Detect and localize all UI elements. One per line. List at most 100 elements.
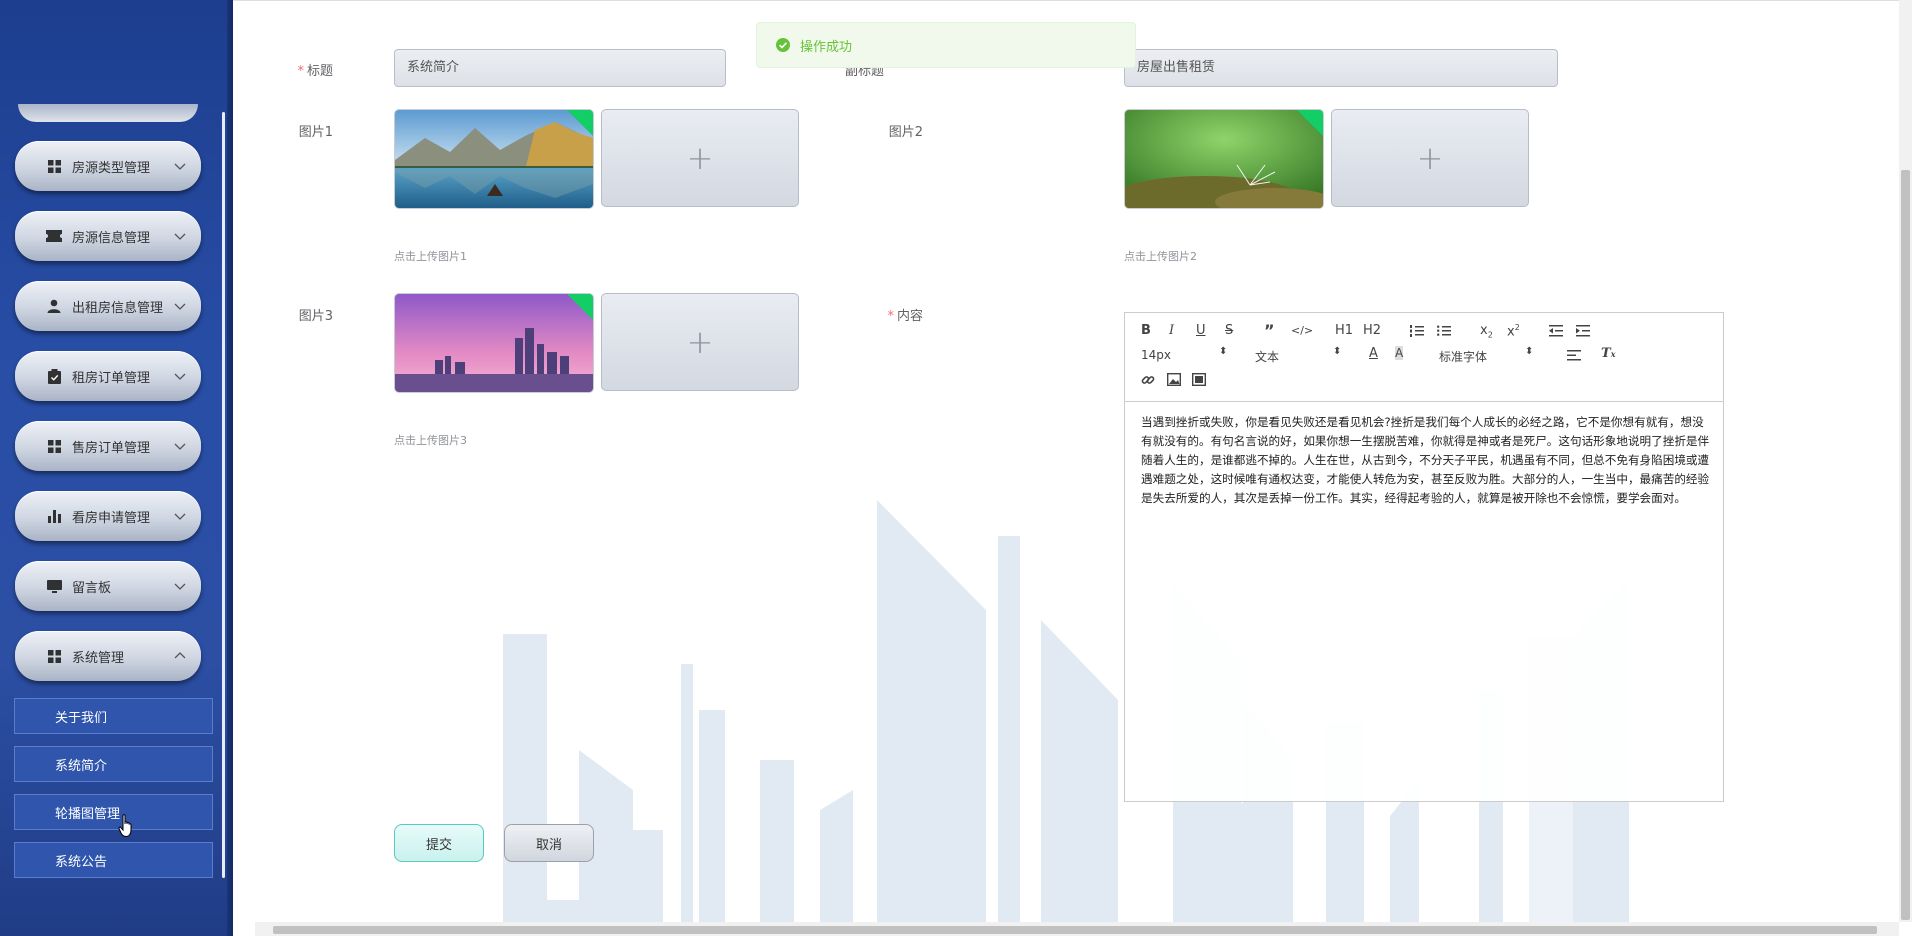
picture2-label: 图片2 <box>888 125 923 140</box>
chevron-down-icon <box>174 163 186 170</box>
picture1-upload-button[interactable]: + <box>601 109 799 207</box>
toast-message: 操作成功 <box>800 39 853 55</box>
bar-chart-icon <box>46 508 62 524</box>
success-corner-badge <box>567 294 593 320</box>
picture3-upload-button[interactable]: + <box>601 293 799 391</box>
submenu-about-us[interactable]: 关于我们 <box>14 698 213 734</box>
blockquote-icon[interactable]: ” <box>1264 321 1275 340</box>
picture3-tip: 点击上传图片3 <box>394 434 467 447</box>
chevron-down-icon <box>174 513 186 520</box>
success-corner-badge <box>567 110 593 136</box>
menu-label: 留言板 <box>72 580 112 596</box>
heading2-icon[interactable]: H2 <box>1363 323 1381 338</box>
menu-item-house-type[interactable]: 房源类型管理 <box>15 141 201 191</box>
link-icon[interactable] <box>1141 373 1155 387</box>
top-border <box>233 0 1912 1</box>
font-color-icon[interactable]: A <box>1369 346 1378 361</box>
chevron-up-icon <box>174 652 186 659</box>
picture1-tip: 点击上传图片1 <box>394 250 467 263</box>
select-arrows-icon: ⬍ <box>1525 346 1534 357</box>
menu-item-collapsed-top[interactable] <box>18 104 198 122</box>
bold-icon[interactable]: B <box>1141 323 1151 338</box>
menu-item-rental-info[interactable]: 出租房信息管理 <box>15 281 201 331</box>
vertical-scrollbar-thumb[interactable] <box>1901 170 1910 920</box>
picture3-thumbnail[interactable] <box>394 293 594 393</box>
font-size-select[interactable]: 14px <box>1141 348 1171 362</box>
superscript-icon[interactable]: x2 <box>1507 323 1520 339</box>
chevron-down-icon <box>174 303 186 310</box>
plus-icon: + <box>686 139 714 177</box>
select-arrows-icon: ⬍ <box>1333 346 1342 357</box>
background-color-icon[interactable]: A <box>1395 346 1404 360</box>
picture2-upload-button[interactable]: + <box>1331 109 1529 207</box>
picture2-thumbnail[interactable] <box>1124 109 1324 209</box>
code-block-icon[interactable]: </> <box>1291 324 1313 337</box>
title-label: * 标题 <box>297 64 333 79</box>
image-icon[interactable] <box>1167 373 1181 386</box>
ordered-list-icon[interactable] <box>1410 325 1424 337</box>
underline-icon[interactable]: U <box>1196 323 1206 338</box>
rich-text-editor[interactable]: B I U S ” </> H1 H2 x2 x2 14px ⬍ 文本 ⬍ A … <box>1124 312 1724 802</box>
success-toast: 操作成功 <box>756 22 1136 68</box>
monitor-icon <box>46 578 62 594</box>
menu-label: 系统管理 <box>72 650 125 666</box>
plus-icon: + <box>1416 139 1444 177</box>
plus-icon: + <box>686 323 714 361</box>
ticket-icon <box>46 228 62 244</box>
grid-icon <box>46 158 62 174</box>
menu-label: 房源类型管理 <box>72 160 151 176</box>
sidebar-scrollbar[interactable] <box>222 112 225 878</box>
submenu-system-intro[interactable]: 系统简介 <box>14 746 213 782</box>
picture3-label: 图片3 <box>298 309 333 324</box>
menu-item-system-management[interactable]: 系统管理 <box>15 631 201 681</box>
user-icon <box>46 298 62 314</box>
success-corner-badge <box>1297 110 1323 136</box>
italic-icon[interactable]: I <box>1169 323 1174 338</box>
chevron-down-icon <box>174 233 186 240</box>
menu-item-message-board[interactable]: 留言板 <box>15 561 201 611</box>
content-label: * 内容 <box>887 309 923 324</box>
submit-button[interactable]: 提交 <box>394 824 484 862</box>
video-icon[interactable] <box>1192 373 1206 386</box>
heading1-icon[interactable]: H1 <box>1335 323 1353 338</box>
menu-item-sale-orders[interactable]: 售房订单管理 <box>15 421 201 471</box>
align-left-icon[interactable] <box>1567 350 1581 361</box>
chevron-down-icon <box>174 373 186 380</box>
font-family-select[interactable]: 标准字体 <box>1439 348 1487 365</box>
picture1-label: 图片1 <box>298 125 333 140</box>
subtitle-input[interactable]: 房屋出售租赁 <box>1124 49 1558 87</box>
menu-label: 租房订单管理 <box>72 370 151 386</box>
bullet-list-icon[interactable] <box>1437 325 1451 337</box>
outdent-icon[interactable] <box>1549 325 1563 337</box>
clear-format-icon[interactable]: Tx <box>1601 346 1615 361</box>
menu-item-house-info[interactable]: 房源信息管理 <box>15 211 201 261</box>
main-content: * 标题 系统简介 副标题 房屋出售租赁 图片1 + 点击上传图片1 图片2 +… <box>233 0 1912 936</box>
title-input[interactable]: 系统简介 <box>394 49 726 87</box>
sidebar: 房源类型管理 房源信息管理 出租房信息管理 租房订单管理 售房订单管理 看房申请… <box>0 0 233 936</box>
subscript-icon[interactable]: x2 <box>1480 323 1493 340</box>
strikethrough-icon[interactable]: S <box>1225 323 1233 338</box>
menu-item-viewing-requests[interactable]: 看房申请管理 <box>15 491 201 541</box>
horizontal-scrollbar-thumb[interactable] <box>273 926 1877 934</box>
required-asterisk: * <box>297 64 304 79</box>
menu-item-rent-orders[interactable]: 租房订单管理 <box>15 351 201 401</box>
required-asterisk: * <box>887 309 894 324</box>
select-arrows-icon: ⬍ <box>1219 346 1228 357</box>
hand-cursor-icon <box>118 814 132 838</box>
menu-label: 出租房信息管理 <box>72 300 164 316</box>
paragraph-format-select[interactable]: 文本 <box>1255 348 1279 365</box>
picture2-tip: 点击上传图片2 <box>1124 250 1197 263</box>
chevron-down-icon <box>174 583 186 590</box>
indent-icon[interactable] <box>1576 325 1590 337</box>
menu-label: 房源信息管理 <box>72 230 151 246</box>
chevron-down-icon <box>174 443 186 450</box>
editor-content[interactable]: 当遇到挫折或失败，你是看见失败还是看见机会?挫折是我们每个人成长的必经之路，它不… <box>1141 413 1711 508</box>
submenu-system-announcement[interactable]: 系统公告 <box>14 842 213 878</box>
success-check-icon <box>776 38 790 52</box>
picture1-thumbnail[interactable] <box>394 109 594 209</box>
submenu-carousel-management[interactable]: 轮播图管理 <box>14 794 213 830</box>
menu-label: 看房申请管理 <box>72 510 151 526</box>
grid-icon <box>46 648 62 664</box>
cancel-button[interactable]: 取消 <box>504 824 594 862</box>
clipboard-icon <box>46 368 62 384</box>
